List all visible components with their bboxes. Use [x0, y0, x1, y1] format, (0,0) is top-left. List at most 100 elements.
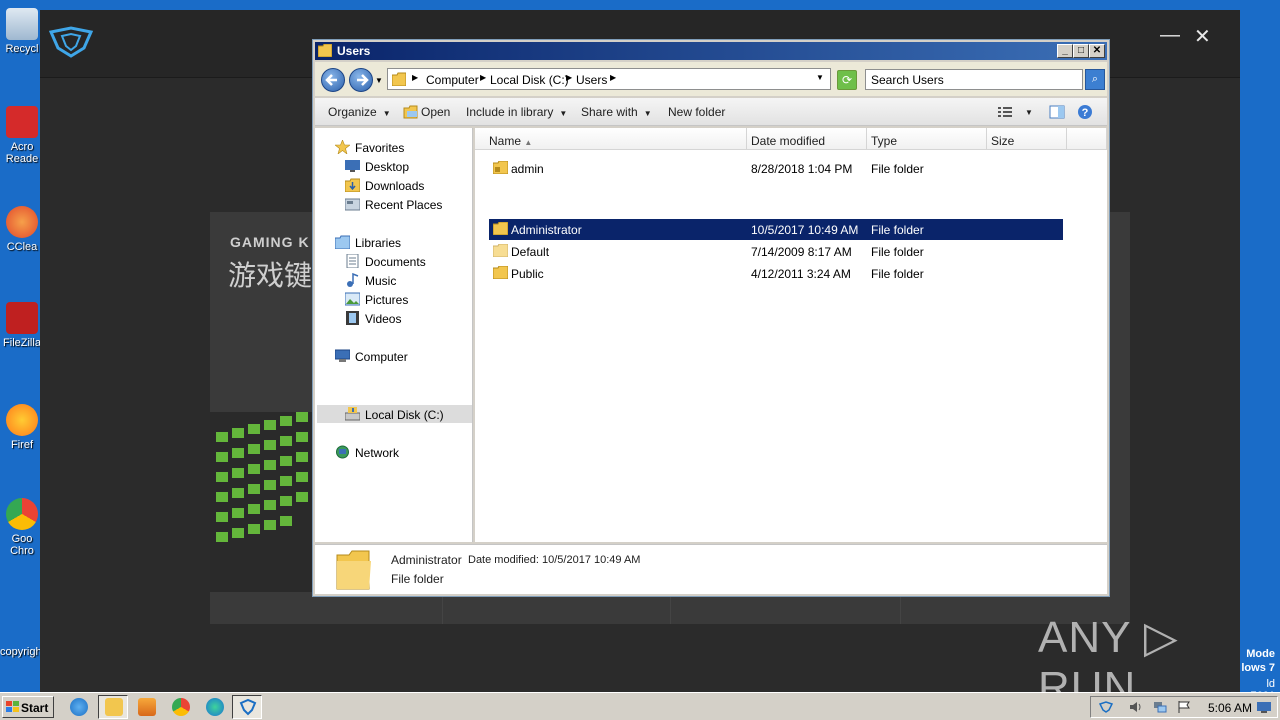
breadcrumb-arrow[interactable]: ▶	[412, 73, 418, 82]
media-player-icon[interactable]	[138, 698, 156, 716]
folder-icon	[493, 266, 508, 279]
nav-downloads[interactable]: Downloads	[345, 178, 425, 193]
search-icon[interactable]: ⌕	[1085, 69, 1105, 90]
include-in-library-button[interactable]: Include in library ▼	[466, 105, 567, 119]
file-row[interactable]: Public 4/12/2011 3:24 AM File folder	[489, 263, 1063, 284]
breadcrumb-computer[interactable]: Computer	[426, 73, 479, 87]
organize-button[interactable]: Organize ▼	[328, 105, 391, 119]
desktop-icon-label: Acro Reade	[5, 141, 39, 165]
organize-label: Organize	[328, 105, 377, 119]
refresh-button[interactable]: ⟳	[837, 70, 857, 90]
nav-videos[interactable]: Videos	[346, 311, 401, 326]
ie-icon[interactable]	[70, 698, 88, 716]
file-row[interactable]: admin 8/28/2018 1:04 PM File folder	[489, 158, 1063, 179]
breadcrumb-users[interactable]: Users	[576, 73, 607, 87]
folder-icon	[493, 244, 508, 257]
nav-desktop[interactable]: Desktop	[345, 160, 409, 174]
help-icon[interactable]: ?	[1077, 104, 1093, 120]
locked-folder-icon	[493, 161, 508, 174]
desktop-icon-firefox[interactable]: Firef	[0, 404, 44, 451]
nav-favorites[interactable]: Favorites	[335, 140, 404, 155]
explorer-task-button[interactable]	[98, 695, 128, 719]
taskbar-clock[interactable]: 5:06 AM	[1208, 701, 1252, 715]
maximize-button[interactable]: □	[1073, 44, 1089, 58]
recent-pages-dropdown[interactable]: ▼	[375, 76, 383, 85]
column-header-type[interactable]: Type	[867, 128, 987, 150]
open-button[interactable]: Open	[421, 105, 450, 119]
nav-libraries[interactable]: Libraries	[335, 235, 401, 250]
desktop-icon-acrobat[interactable]: Acro Reade	[0, 106, 44, 165]
nav-computer[interactable]: Computer	[335, 349, 408, 364]
gaming-close-button[interactable]: ✕	[1194, 24, 1211, 49]
column-label: Name	[489, 134, 522, 148]
nav-label: Computer	[355, 350, 408, 364]
column-header-filler	[1067, 128, 1107, 150]
forward-button[interactable]	[349, 68, 373, 92]
desktop-icon-label: FileZilla	[3, 337, 41, 349]
windows-flag-icon	[6, 701, 19, 712]
desktop-icon-recycle-bin[interactable]: Recycl	[0, 8, 44, 55]
nav-label: Downloads	[365, 179, 425, 193]
details-pane: Administrator Date modified: 10/5/2017 1…	[315, 544, 1107, 594]
close-button[interactable]: ✕	[1089, 44, 1105, 58]
nav-label: Documents	[365, 255, 426, 269]
start-button[interactable]: Start	[2, 696, 54, 718]
back-button[interactable]	[321, 68, 345, 92]
volume-icon[interactable]	[1129, 701, 1143, 713]
breadcrumb-local-disk[interactable]: Local Disk (C:)	[490, 73, 569, 87]
address-field[interactable]: ▶ Computer ▶ Local Disk (C:) ▶ Users ▶ ▼	[387, 68, 831, 90]
desktop-icon-label: CClea	[6, 241, 38, 253]
breadcrumb-arrow[interactable]: ▶	[610, 73, 616, 82]
downloads-icon	[345, 178, 360, 192]
pictures-icon	[345, 292, 360, 306]
view-options-icon[interactable]	[997, 104, 1013, 120]
nav-music[interactable]: Music	[347, 273, 397, 288]
nav-documents[interactable]: Documents	[346, 254, 426, 269]
action-center-flag-icon[interactable]	[1177, 701, 1191, 713]
file-type: File folder	[871, 223, 924, 237]
share-with-button[interactable]: Share with ▼	[581, 105, 652, 119]
edge-icon[interactable]	[206, 698, 224, 716]
preview-pane-icon[interactable]	[1049, 104, 1065, 120]
file-date: 4/12/2011 3:24 AM	[751, 267, 851, 281]
file-name: Default	[511, 245, 550, 259]
navigation-pane: Favorites Desktop Downloads Recent Place…	[315, 128, 473, 542]
gaming-minimize-button[interactable]: —	[1160, 24, 1180, 47]
new-folder-button[interactable]: New folder	[668, 105, 725, 119]
filezilla-icon	[6, 302, 38, 334]
show-desktop-icon[interactable]	[1257, 701, 1271, 713]
desktop-icon-ccleaner[interactable]: CClea	[0, 206, 44, 253]
view-dropdown-arrow[interactable]: ▼	[1025, 108, 1033, 117]
explorer-titlebar[interactable]: Users _ □ ✕	[315, 42, 1107, 60]
search-input[interactable]: Search Users	[865, 69, 1083, 90]
libraries-icon	[335, 235, 350, 249]
nav-network[interactable]: Network	[336, 445, 399, 460]
nav-label: Pictures	[365, 293, 409, 307]
network-tray-icon[interactable]	[1153, 701, 1167, 713]
back-arrow-icon	[325, 74, 337, 86]
command-bar: Organize ▼ Open Include in library ▼ Share…	[315, 98, 1107, 126]
breadcrumb-arrow[interactable]: ▶	[566, 73, 572, 82]
file-row-selected[interactable]: Administrator 10/5/2017 10:49 AM File fo…	[489, 219, 1063, 240]
breadcrumb-arrow[interactable]: ▶	[480, 73, 486, 82]
videos-icon	[346, 311, 359, 325]
file-row[interactable]: Default 7/14/2009 8:17 AM File folder	[489, 241, 1063, 262]
column-header-name[interactable]: Name ▲	[475, 128, 747, 150]
address-history-dropdown[interactable]: ▼	[816, 73, 824, 82]
desktop-icon-filezilla[interactable]: FileZilla	[0, 302, 44, 349]
nav-label: Music	[365, 274, 397, 288]
gaming-subtitle: 游戏键	[228, 260, 313, 291]
minimize-button[interactable]: _	[1057, 44, 1073, 58]
desktop-icon-chrome[interactable]: Goo Chro	[0, 498, 44, 557]
column-header-size[interactable]: Size	[987, 128, 1067, 150]
gaming-app-task-button[interactable]	[232, 695, 262, 719]
network-icon	[336, 445, 349, 459]
explorer-icon	[105, 698, 123, 716]
nav-pictures[interactable]: Pictures	[345, 292, 409, 307]
gaming-tray-icon[interactable]	[1099, 701, 1113, 713]
recycle-bin-icon	[6, 8, 38, 40]
nav-recent-places[interactable]: Recent Places	[345, 198, 442, 212]
nav-local-disk[interactable]: Local Disk (C:)	[345, 407, 444, 422]
column-header-date-modified[interactable]: Date modified	[747, 128, 867, 150]
chrome-icon[interactable]	[172, 698, 190, 716]
